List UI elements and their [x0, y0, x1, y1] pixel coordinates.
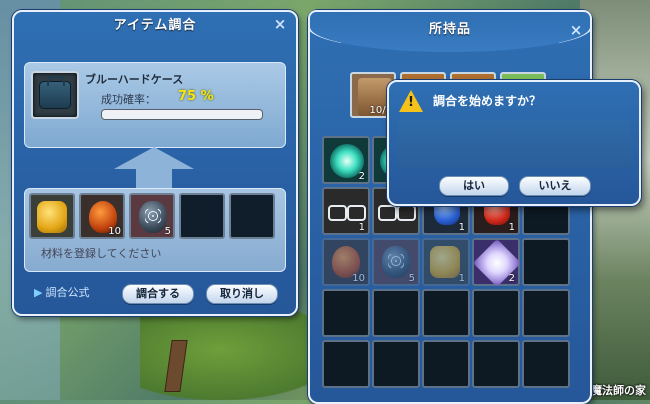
craft-close-icon[interactable]: ×	[272, 16, 288, 32]
yellow-pack-icon	[37, 201, 67, 233]
material-slot-1[interactable]	[29, 193, 75, 239]
success-rate-label: 成功確率：	[101, 93, 156, 106]
inventory-close-icon[interactable]: ×	[568, 22, 584, 38]
inventory-slot[interactable]	[372, 340, 420, 388]
inventory-window: 所持品 × 10/1 2 1 1 1 10 5 1 2	[308, 10, 592, 404]
yes-button[interactable]: はい	[439, 176, 509, 196]
inventory-slot[interactable]	[522, 289, 570, 337]
target-item-slot[interactable]	[31, 71, 79, 119]
cancel-button[interactable]: 取り消し	[206, 284, 278, 304]
material-qty: 5	[164, 226, 171, 237]
speckled-gem-icon	[139, 201, 167, 233]
craft-window-title: アイテム調合	[113, 18, 197, 33]
material-hint: 材料を登録してください	[41, 247, 162, 260]
slot-qty: 10	[352, 273, 365, 284]
slot-qty: 1	[358, 222, 365, 233]
inventory-slot[interactable]: 10	[322, 238, 370, 286]
material-qty: 10	[108, 226, 121, 237]
slot-qty: 2	[358, 171, 365, 182]
formula-link-label: 調合公式	[45, 286, 90, 299]
triangle-right-icon: ▶	[34, 286, 43, 299]
confirm-dialog: ! 調合を始めますか？ はい いいえ	[387, 80, 641, 206]
warning-icon: !	[399, 90, 423, 112]
inventory-slot[interactable]	[322, 289, 370, 337]
inventory-slot[interactable]: 2	[472, 238, 522, 288]
material-slot-4[interactable]	[179, 193, 225, 239]
inventory-window-title: 所持品	[428, 22, 471, 37]
success-rate-value: 75 %	[178, 89, 214, 104]
material-slot-5[interactable]	[229, 193, 275, 239]
craft-formula-link[interactable]: ▶ 調合公式	[34, 284, 89, 300]
inventory-slot[interactable]	[322, 340, 370, 388]
no-button[interactable]: いいえ	[519, 176, 591, 196]
slot-qty: 1	[458, 222, 465, 233]
confirm-message: 調合を始めますか？	[433, 94, 542, 108]
craft-button[interactable]: 調合する	[122, 284, 194, 304]
speckled-gem-icon	[382, 246, 410, 278]
material-slot-3[interactable]: 5	[129, 193, 175, 239]
inventory-slot[interactable]	[422, 289, 470, 337]
slot-qty: 2	[508, 273, 515, 284]
arrow-up-icon	[114, 147, 194, 191]
glasses-icon	[378, 205, 416, 221]
blue-case-icon	[39, 76, 71, 109]
glasses-icon	[328, 205, 366, 221]
inventory-slot[interactable]	[372, 289, 420, 337]
confirm-dialog-body	[397, 120, 631, 168]
inventory-slot[interactable]: 2	[322, 136, 370, 184]
inventory-slot[interactable]	[422, 340, 470, 388]
craft-progress-bar	[101, 109, 263, 120]
material-tray: 10 5 材料を登録してください	[24, 188, 286, 272]
item-craft-window: アイテム調合 × ブルーハードケース 成功確率： 75 % 10 5 材料を登録…	[12, 10, 298, 316]
location-label: 魔法師の家	[591, 384, 646, 397]
material-slot-2[interactable]: 10	[79, 193, 125, 239]
inventory-slot[interactable]: 1	[422, 238, 470, 286]
inventory-slot[interactable]: 1	[322, 187, 370, 235]
slot-qty: 1	[458, 273, 465, 284]
inventory-slot[interactable]	[472, 340, 520, 388]
craft-target-panel: ブルーハードケース 成功確率： 75 %	[24, 62, 286, 148]
inventory-slot[interactable]	[522, 340, 570, 388]
target-item-name: ブルーハードケース	[85, 73, 184, 86]
inventory-slot[interactable]	[472, 289, 520, 337]
yellow-pack-icon	[430, 246, 460, 278]
inventory-slot[interactable]: 5	[372, 238, 420, 286]
slot-qty: 1	[508, 222, 515, 233]
slot-qty: 5	[408, 273, 415, 284]
inventory-slot[interactable]	[522, 238, 570, 286]
